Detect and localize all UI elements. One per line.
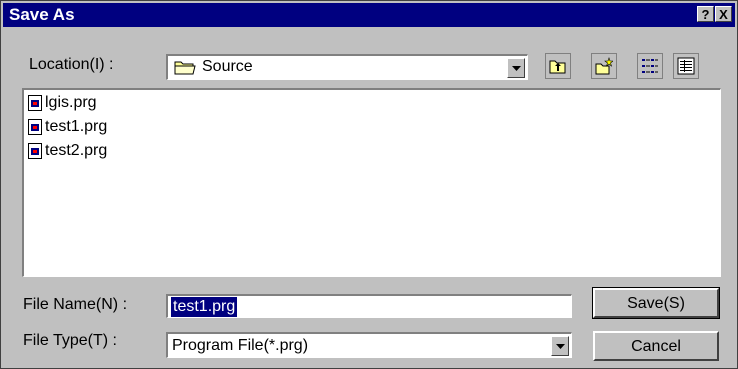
location-combobox[interactable]: Source (166, 54, 528, 80)
title-bar[interactable]: Save As ? X (3, 3, 735, 27)
save-as-dialog: Save As ? X Location(I) : Source lgis.pr… (0, 0, 738, 369)
help-button[interactable]: ? (697, 6, 714, 22)
file-type-label: File Type(T) : (23, 332, 117, 349)
program-file-icon (28, 142, 42, 159)
file-item[interactable]: test1.prg (28, 116, 107, 138)
cancel-button[interactable]: Cancel (593, 331, 719, 361)
file-type-select[interactable]: Program File(*.prg) (166, 332, 572, 358)
file-type-value: Program File(*.prg) (172, 337, 309, 354)
new-folder-button[interactable] (591, 53, 617, 79)
folder-icon (174, 59, 196, 80)
chevron-down-icon (556, 344, 565, 349)
file-type-dropdown-button[interactable] (551, 336, 569, 356)
program-file-icon (28, 118, 42, 135)
file-name: test2.prg (45, 142, 108, 159)
program-file-icon (28, 94, 42, 111)
list-view-icon (642, 59, 658, 73)
file-name-input[interactable]: test1.prg (166, 294, 572, 318)
file-name-value: test1.prg (171, 297, 238, 317)
save-button[interactable]: Save(S) (592, 287, 720, 319)
location-value: Source (202, 58, 253, 75)
file-list[interactable]: lgis.prg test1.prg test2.prg (22, 88, 721, 277)
file-name-label: File Name(N) : (23, 296, 128, 313)
file-name: test1.prg (45, 118, 108, 135)
chevron-down-icon (512, 66, 521, 71)
close-button[interactable]: X (715, 6, 732, 22)
details-view-button[interactable] (673, 53, 699, 79)
up-one-level-icon (549, 60, 566, 74)
list-view-button[interactable] (637, 53, 663, 79)
details-view-icon (677, 57, 695, 75)
file-item[interactable]: lgis.prg (28, 92, 97, 114)
up-one-level-button[interactable] (545, 53, 571, 79)
new-folder-icon (595, 57, 613, 75)
dialog-title: Save As (9, 5, 75, 24)
location-label: Location(I) : (29, 56, 114, 73)
file-name: lgis.prg (45, 94, 97, 111)
location-dropdown-button[interactable] (507, 58, 525, 78)
file-item[interactable]: test2.prg (28, 140, 107, 162)
